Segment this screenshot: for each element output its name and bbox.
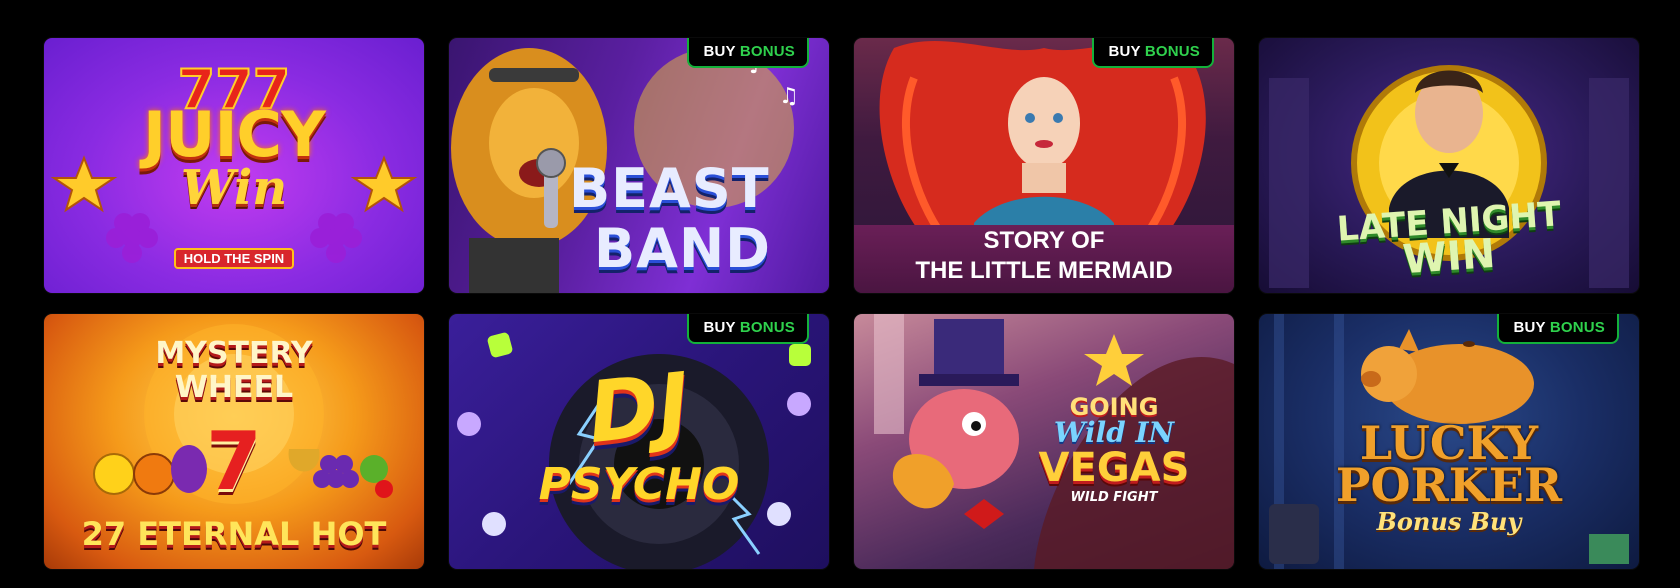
game-tile-27-eternal-hot[interactable]: MYSTERY WHEEL 7 27 ETERNAL HOT xyxy=(44,314,424,569)
game-title: BEAST xyxy=(569,157,770,220)
game-tile-beast-band[interactable]: ♪ ♫ BUY BONUS BEAST BAND xyxy=(449,38,829,293)
game-title: MYSTERY xyxy=(155,336,313,371)
game-tagline: Bonus Buy xyxy=(1376,507,1522,536)
game-subtitle: Wild IN xyxy=(1053,416,1175,449)
game-subtitle: Win xyxy=(180,160,288,216)
game-subtitle: PORKER xyxy=(1335,458,1563,512)
buy-bonus-badge: BUY BONUS xyxy=(687,314,809,344)
game-grid: 777 JUICY Win HOLD THE SPIN ♪ ♫ BUY BONU… xyxy=(44,38,1639,569)
seven-symbol: 7 xyxy=(206,415,262,508)
game-subtitle: BAND xyxy=(594,217,771,280)
game-tagline: 27 ETERNAL HOT xyxy=(81,515,387,553)
game-tagline: WILD FIGHT xyxy=(1070,490,1158,505)
game-title-vegas: VEGAS xyxy=(1038,445,1190,491)
game-tile-little-mermaid[interactable]: BUY BONUS STORY OF THE LITTLE MERMAID xyxy=(854,38,1234,293)
buy-bonus-badge: BUY BONUS xyxy=(687,38,809,68)
game-subtitle: WHEEL xyxy=(174,370,294,405)
game-title: JUICY xyxy=(143,98,326,171)
game-tile-going-wild-in-vegas[interactable]: GOING Wild IN VEGAS WILD FIGHT xyxy=(854,314,1234,569)
buy-bonus-badge: BUY BONUS xyxy=(1092,38,1214,68)
game-subtitle: PSYCHO xyxy=(538,459,740,510)
game-tile-late-night-win[interactable]: LATE NIGHT WIN xyxy=(1259,38,1639,293)
game-tile-juicy-win[interactable]: 777 JUICY Win HOLD THE SPIN xyxy=(44,38,424,293)
game-tile-lucky-porker[interactable]: BUY BONUS LUCKY PORKER Bonus Buy xyxy=(1259,314,1639,569)
game-title: STORY OF xyxy=(983,227,1105,254)
game-tagline: HOLD THE SPIN xyxy=(44,248,424,269)
svg-text:♫: ♫ xyxy=(779,84,799,109)
buy-bonus-badge: BUY BONUS xyxy=(1497,314,1619,344)
game-tile-dj-psycho[interactable]: BUY BONUS DJ PSYCHO xyxy=(449,314,829,569)
game-subtitle: THE LITTLE MERMAID xyxy=(915,257,1173,284)
